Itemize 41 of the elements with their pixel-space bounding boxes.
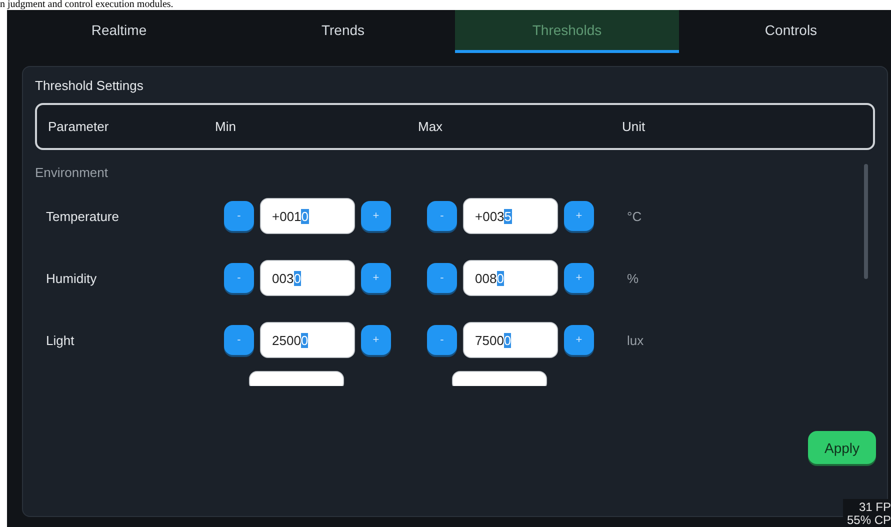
decrement-button[interactable]: - — [224, 263, 254, 293]
increment-button[interactable]: + — [361, 263, 391, 293]
decrement-button[interactable]: - — [427, 263, 457, 293]
increment-button[interactable]: + — [564, 201, 594, 231]
decrement-button[interactable]: - — [427, 325, 457, 355]
input-field[interactable]: 75000 — [463, 322, 558, 358]
tab[interactable]: Trends — [231, 10, 455, 53]
parameter-name: Light — [46, 332, 76, 348]
increment-button[interactable]: + — [361, 325, 391, 355]
input-field[interactable]: 25000 — [260, 322, 355, 358]
input-field[interactable] — [452, 371, 547, 386]
stats-text: 55% CP — [846, 514, 891, 527]
parameter-name: Temperature — [46, 208, 120, 224]
unit-label: °C — [627, 208, 643, 224]
input-field[interactable] — [249, 371, 344, 386]
decrement-button[interactable]: - — [224, 201, 254, 231]
unit-label: lux — [627, 332, 645, 348]
column-header: Max — [418, 119, 444, 134]
decrement-button[interactable]: - — [427, 201, 457, 231]
column-header: Min — [215, 119, 237, 134]
group-label: Environment — [35, 164, 109, 181]
decrement-button[interactable]: - — [224, 325, 254, 355]
panel-title: Threshold Settings — [35, 77, 144, 95]
column-header: Parameter — [48, 119, 110, 134]
column-header: Unit — [622, 119, 646, 134]
parameter-name: Humidity — [46, 270, 98, 286]
increment-button[interactable]: + — [564, 263, 594, 293]
unit-label: % — [627, 270, 640, 286]
input-field[interactable]: 0080 — [463, 260, 558, 296]
stats-text: 31 FP — [858, 501, 891, 514]
input-field[interactable]: +0010 — [260, 198, 355, 234]
tab[interactable]: Realtime — [7, 10, 231, 53]
caption-text: n judgment and control execution modules. — [0, 0, 174, 10]
input-field[interactable]: +0035 — [463, 198, 558, 234]
input-field[interactable]: 0030 — [260, 260, 355, 296]
increment-button[interactable]: + — [564, 325, 594, 355]
apply-button[interactable]: Apply — [808, 431, 876, 464]
tab[interactable]: Thresholds — [455, 10, 679, 53]
tab[interactable]: Controls — [679, 10, 891, 53]
scrollbar[interactable] — [864, 164, 868, 279]
increment-button[interactable]: + — [361, 201, 391, 231]
